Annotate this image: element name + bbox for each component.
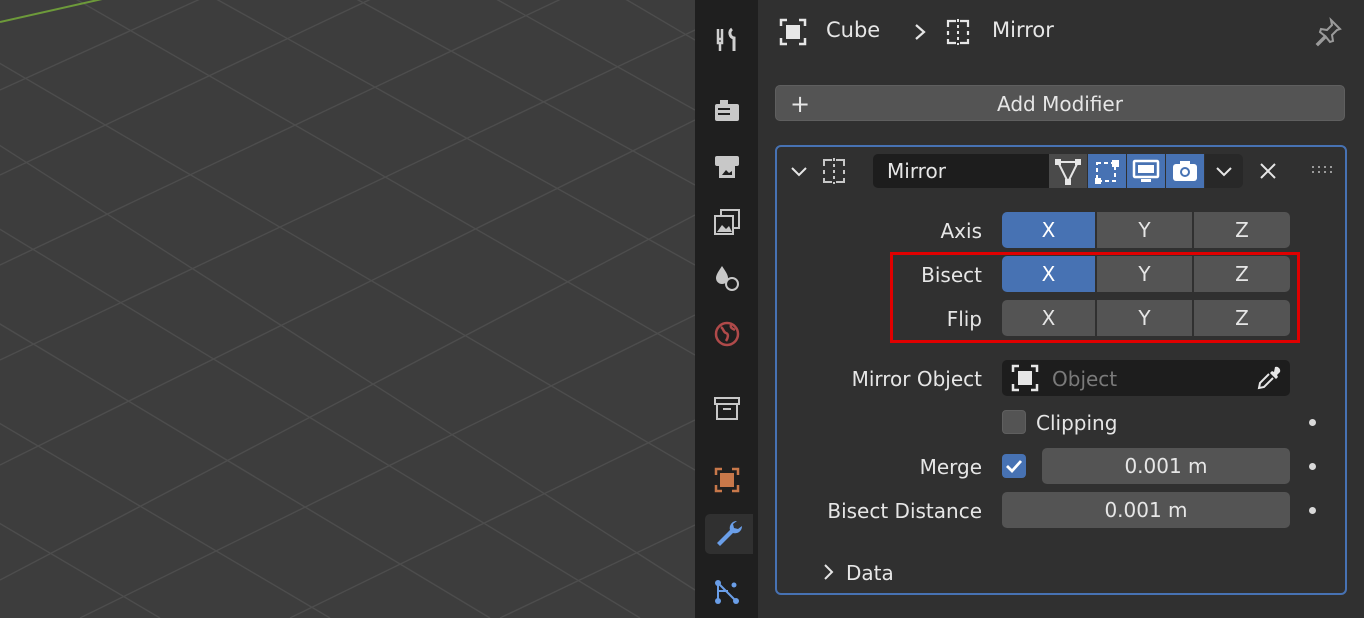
- world-globe-icon: [714, 321, 740, 347]
- realtime-viewport-toggle[interactable]: [1127, 154, 1165, 188]
- object-icon: [714, 467, 740, 493]
- wrench-icon: [717, 520, 743, 546]
- mirror-object-placeholder: Object: [1052, 367, 1118, 391]
- clipping-checkbox[interactable]: [1002, 410, 1026, 434]
- clipping-keyframe-dot[interactable]: [1309, 419, 1316, 426]
- bisect-distance-field[interactable]: 0.001 m: [1002, 492, 1290, 528]
- chevron-down-icon: [1216, 167, 1232, 177]
- render-toggle[interactable]: [1166, 154, 1204, 188]
- collapse-chevron-down-icon[interactable]: [789, 161, 809, 181]
- axis-label: Axis: [940, 219, 983, 243]
- world-tab[interactable]: [707, 314, 747, 354]
- clipping-label: Clipping: [1036, 411, 1118, 435]
- particles-icon: [715, 580, 739, 604]
- axis-x-toggle[interactable]: X: [1002, 212, 1095, 248]
- object-icon: [779, 18, 807, 46]
- camera-icon: [1173, 161, 1197, 181]
- monitor-icon: [1132, 159, 1160, 182]
- x-axis-line: [0, 0, 103, 23]
- mirror-modifier-icon: [946, 19, 970, 45]
- eyedropper-icon[interactable]: [1256, 365, 1282, 391]
- merge-distance-field[interactable]: 0.001 m: [1042, 448, 1290, 484]
- edit-mode-icon: [1095, 160, 1119, 184]
- mirror-modifier-icon: [823, 158, 845, 184]
- axis-y-toggle[interactable]: Y: [1097, 212, 1192, 248]
- checkmark-icon: [1006, 460, 1023, 474]
- viewport-grid: [0, 0, 695, 618]
- bisect-distance-label: Bisect Distance: [827, 499, 982, 523]
- modifier-tab[interactable]: [705, 514, 753, 554]
- particles-tab[interactable]: [707, 572, 747, 612]
- output-printer-icon: [715, 156, 739, 178]
- edit-cage-toggle[interactable]: [1049, 154, 1087, 188]
- axis-z-toggle[interactable]: Z: [1194, 212, 1290, 248]
- object-tab[interactable]: [707, 460, 747, 500]
- 3d-viewport[interactable]: [0, 0, 695, 618]
- breadcrumb-object[interactable]: Cube: [826, 18, 880, 42]
- merge-keyframe-dot[interactable]: [1309, 463, 1316, 470]
- close-icon[interactable]: [1258, 161, 1278, 181]
- render-camera-icon: [715, 100, 739, 121]
- output-tab[interactable]: [707, 146, 747, 186]
- cage-vertex-icon: [1055, 159, 1081, 185]
- render-tab[interactable]: [707, 90, 747, 130]
- view-layer-images-icon: [714, 209, 740, 235]
- tool-icon: [716, 27, 736, 51]
- add-modifier-button[interactable]: + Add Modifier: [775, 85, 1345, 121]
- edit-mode-toggle[interactable]: [1088, 154, 1126, 188]
- properties-tab-column: [695, 0, 758, 618]
- collection-tab[interactable]: [707, 388, 747, 428]
- data-section-header[interactable]: Data: [846, 561, 894, 585]
- add-modifier-label: Add Modifier: [997, 92, 1123, 116]
- breadcrumb-modifier[interactable]: Mirror: [992, 18, 1054, 42]
- merge-label: Merge: [919, 455, 982, 479]
- bisect-distance-keyframe-dot[interactable]: [1309, 507, 1316, 514]
- scene-tab[interactable]: [707, 258, 747, 298]
- modifier-menu-dropdown[interactable]: [1205, 154, 1243, 188]
- mirror-object-label: Mirror Object: [851, 367, 982, 391]
- scene-drops-icon: [716, 266, 739, 291]
- highlight-box: [890, 252, 1300, 343]
- modifier-name-field[interactable]: Mirror: [873, 154, 1049, 188]
- chevron-right-icon[interactable]: [818, 562, 838, 582]
- drag-handle-icon[interactable]: [1311, 165, 1335, 175]
- view-layer-tab[interactable]: [707, 202, 747, 242]
- tool-tab[interactable]: [707, 20, 747, 60]
- breadcrumb: Cube Mirror: [758, 0, 1364, 66]
- object-icon: [1011, 364, 1039, 392]
- collection-box-icon: [714, 397, 740, 420]
- chevron-right-icon: [915, 24, 926, 40]
- mirror-object-field[interactable]: Object: [1002, 360, 1290, 396]
- merge-checkbox[interactable]: [1002, 454, 1026, 478]
- pin-icon[interactable]: [1312, 16, 1344, 48]
